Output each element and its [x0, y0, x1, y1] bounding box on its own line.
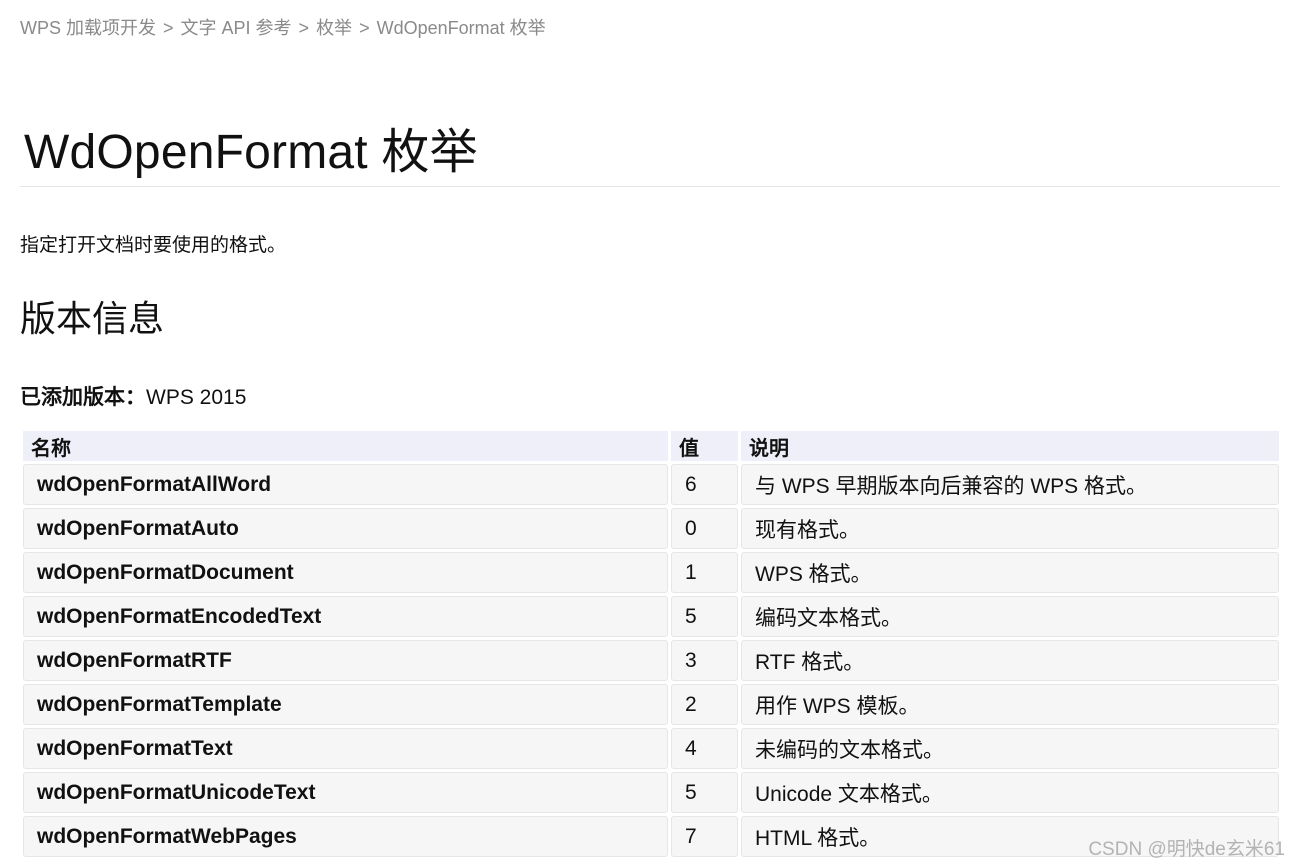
doc-page: WPS 加载项开发 > 文字 API 参考 > 枚举 > WdOpenFormat 枚举 W… [0, 0, 1301, 867]
section-heading-version-info: 版本信息 [20, 298, 165, 339]
enum-description: 现有格式。 [741, 508, 1279, 549]
column-header-name: 名称 [23, 431, 668, 461]
breadcrumb-item-enums[interactable]: 枚举 [316, 18, 352, 38]
title-divider [20, 186, 1280, 187]
column-header-description: 说明 [741, 431, 1279, 461]
enum-name: wdOpenFormatText [23, 728, 668, 769]
breadcrumb-item-addin-dev[interactable]: WPS 加载项开发 [20, 18, 156, 38]
table-row: wdOpenFormatAllWord 6 与 WPS 早期版本向后兼容的 WP… [23, 464, 1279, 505]
breadcrumb-separator: > [163, 18, 174, 38]
enum-value: 2 [671, 684, 738, 725]
enum-name: wdOpenFormatEncodedText [23, 596, 668, 637]
enum-name: wdOpenFormatDocument [23, 552, 668, 593]
breadcrumb-item-text-api[interactable]: 文字 API 参考 [181, 18, 292, 38]
table-row: wdOpenFormatDocument 1 WPS 格式。 [23, 552, 1279, 593]
version-label: 已添加版本： [20, 386, 146, 409]
table-row: wdOpenFormatAuto 0 现有格式。 [23, 508, 1279, 549]
enum-name: wdOpenFormatAllWord [23, 464, 668, 505]
enum-description: 用作 WPS 模板。 [741, 684, 1279, 725]
version-info: 已添加版本：WPS 2015 [20, 381, 246, 411]
enum-value: 5 [671, 596, 738, 637]
breadcrumb: WPS 加载项开发 > 文字 API 参考 > 枚举 > WdOpenFormat 枚举 [20, 14, 546, 40]
page-description: 指定打开文档时要使用的格式。 [20, 235, 287, 256]
table-row: wdOpenFormatEncodedText 5 编码文本格式。 [23, 596, 1279, 637]
column-header-value: 值 [671, 431, 738, 461]
enum-description: WPS 格式。 [741, 552, 1279, 593]
enum-description: 未编码的文本格式。 [741, 728, 1279, 769]
enum-value: 6 [671, 464, 738, 505]
breadcrumb-separator: > [298, 18, 310, 38]
enum-value: 4 [671, 728, 738, 769]
breadcrumb-current: WdOpenFormat 枚举 [376, 18, 546, 38]
enum-value: 0 [671, 508, 738, 549]
breadcrumb-separator: > [359, 18, 370, 38]
table-row: wdOpenFormatUnicodeText 5 Unicode 文本格式。 [23, 772, 1279, 813]
enum-name: wdOpenFormatAuto [23, 508, 668, 549]
csdn-watermark: CSDN @明快de玄米61 [1088, 839, 1285, 860]
enum-value: 3 [671, 640, 738, 681]
enum-table: 名称 值 说明 wdOpenFormatAllWord 6 与 WPS 早期版本… [20, 428, 1282, 860]
enum-value: 1 [671, 552, 738, 593]
table-header-row: 名称 值 说明 [23, 431, 1279, 461]
table-row: wdOpenFormatTemplate 2 用作 WPS 模板。 [23, 684, 1279, 725]
enum-name: wdOpenFormatTemplate [23, 684, 668, 725]
version-value: WPS 2015 [146, 386, 247, 409]
enum-description: Unicode 文本格式。 [741, 772, 1279, 813]
enum-value: 5 [671, 772, 738, 813]
enum-name: wdOpenFormatWebPages [23, 816, 668, 857]
enum-value: 7 [671, 816, 738, 857]
enum-name: wdOpenFormatRTF [23, 640, 668, 681]
table-row: wdOpenFormatRTF 3 RTF 格式。 [23, 640, 1279, 681]
table-row: wdOpenFormatText 4 未编码的文本格式。 [23, 728, 1279, 769]
enum-description: 与 WPS 早期版本向后兼容的 WPS 格式。 [741, 464, 1279, 505]
enum-description: 编码文本格式。 [741, 596, 1279, 637]
enum-name: wdOpenFormatUnicodeText [23, 772, 668, 813]
enum-description: RTF 格式。 [741, 640, 1279, 681]
page-title: WdOpenFormat 枚举 [24, 126, 478, 179]
